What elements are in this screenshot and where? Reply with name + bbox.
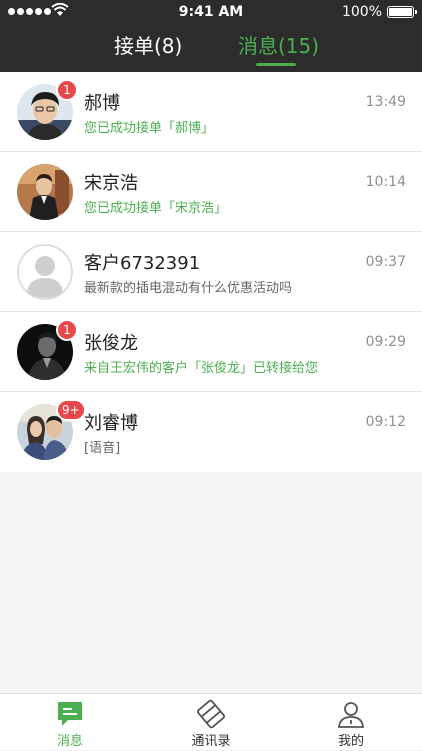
contact-name: 客户6732391	[84, 253, 201, 274]
contact-name: 郝博	[84, 93, 120, 114]
message-row-zhangjunlong[interactable]: 1 张俊龙 来自王宏伟的客户「张俊龙」已转接给您 09:29	[0, 312, 422, 392]
tab-label: 消息	[56, 734, 83, 749]
message-time: 09:29	[365, 334, 406, 350]
message-time: 13:49	[365, 94, 406, 110]
bottom-tab-bar: 消息 通讯录 我的	[0, 693, 422, 750]
person-icon	[338, 702, 364, 728]
message-row-songjinghao[interactable]: 宋京浩 您已成功接单「宋京浩」 10:14	[0, 152, 422, 232]
message-time: 09:12	[365, 414, 406, 430]
message-preview: 来自王宏伟的客户「张俊龙」已转接给您	[84, 361, 319, 376]
contacts-icon	[196, 699, 226, 729]
message-row-liuruibo[interactable]: 9+ 刘睿博 [语音] 09:12	[0, 392, 422, 472]
tab-messages-bottom[interactable]: 消息	[25, 694, 115, 751]
avatar	[17, 164, 73, 220]
contact-name: 刘睿博	[84, 413, 138, 434]
tab-messages[interactable]: 消息(15)	[238, 30, 319, 59]
battery-percent: 100%	[341, 4, 382, 20]
message-preview: 您已成功接单「宋京浩」	[84, 201, 228, 216]
tab-label: 我的	[337, 734, 364, 749]
unread-badge: 1	[56, 319, 78, 341]
tab-contacts[interactable]: 通讯录	[166, 694, 256, 751]
message-row-customer[interactable]: 客户6732391 最新款的插电混动有什么优惠活动吗 09:37	[0, 232, 422, 312]
tab-orders[interactable]: 接单(8)	[114, 30, 182, 59]
message-time: 09:37	[365, 254, 406, 270]
status-bar: 9:41 AM 100%	[0, 0, 422, 24]
message-preview: [语音]	[84, 441, 121, 456]
message-time: 10:14	[365, 174, 406, 190]
message-row-haobo[interactable]: 1 郝博 您已成功接单「郝博」 13:49	[0, 72, 422, 152]
message-list: 1 郝博 您已成功接单「郝博」 13:49 宋京浩 您已成功接单「宋京浩」 10…	[0, 72, 422, 472]
message-icon	[58, 702, 82, 726]
unread-badge: 1	[56, 79, 78, 101]
message-preview: 您已成功接单「郝博」	[84, 121, 215, 136]
contact-name: 张俊龙	[84, 333, 138, 354]
contact-name: 宋京浩	[84, 173, 138, 194]
active-tab-indicator	[256, 63, 296, 66]
tab-label: 通讯录	[191, 734, 231, 749]
default-avatar-icon	[17, 244, 73, 300]
unread-badge: 9+	[56, 399, 86, 421]
battery-icon	[387, 6, 417, 18]
message-preview: 最新款的插电混动有什么优惠活动吗	[84, 281, 293, 296]
top-bar: 9:41 AM 100% 接单(8) 消息(15)	[0, 0, 422, 72]
tab-me[interactable]: 我的	[306, 694, 396, 751]
